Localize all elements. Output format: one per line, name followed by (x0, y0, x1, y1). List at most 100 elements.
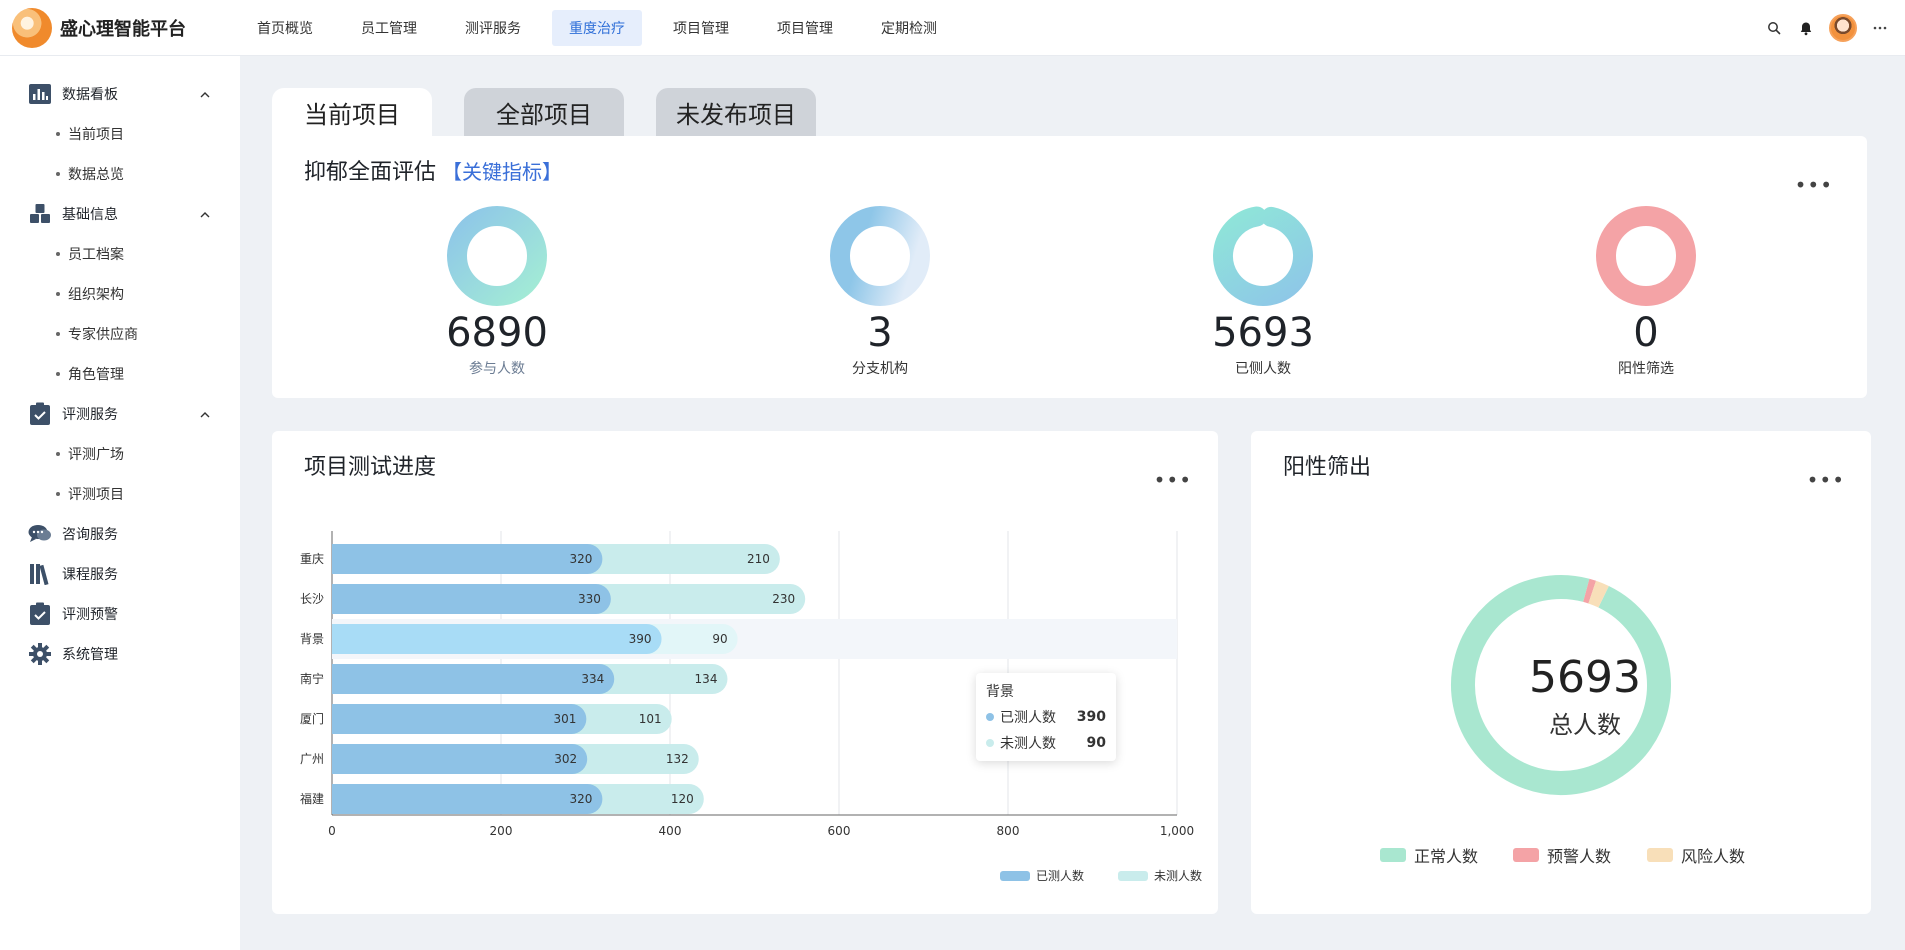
kpi-value: 3 (867, 310, 893, 356)
bell-icon[interactable] (1797, 19, 1815, 37)
kpi-label: 已侧人数 (1235, 361, 1291, 377)
tooltip-dot (986, 713, 994, 721)
sidebar-group-system[interactable]: 系统管理 (0, 634, 240, 674)
legend-swatch (1118, 870, 1148, 881)
bar-tested[interactable] (332, 744, 588, 774)
tab-current-project[interactable]: 当前项目 (272, 88, 432, 136)
bar-value-label: 334 (581, 672, 604, 686)
x-tick-label: 600 (828, 824, 851, 838)
sidebar-group-assessment-alert[interactable]: 评测预警 (0, 594, 240, 634)
sidebar: 数据看板 当前项目 数据总览 基础信息 员工档案 组织架构 专家供应商 角色管理… (0, 56, 240, 950)
nav-item-assessment[interactable]: 测评服务 (448, 10, 538, 46)
nav-item-home[interactable]: 首页概览 (240, 10, 330, 46)
x-tick-label: 200 (490, 824, 513, 838)
chart-tooltip: 背景 已测人数 390 未测人数 90 (976, 673, 1116, 761)
tab-unpublished-projects[interactable]: 未发布项目 (656, 88, 816, 136)
bar-tested-cap (332, 584, 362, 614)
sidebar-group-dashboard[interactable]: 数据看板 (0, 74, 240, 114)
bar-tested-cap (332, 544, 362, 574)
bar-tested-cap (332, 664, 362, 694)
x-tick-label: 800 (997, 824, 1020, 838)
brand[interactable]: 盛心理智能平台 (0, 7, 240, 48)
sidebar-group-label: 咨询服务 (62, 527, 118, 543)
donut-center-label: 总人数 (1549, 711, 1621, 739)
bar-tested[interactable] (332, 584, 611, 614)
nav-item-staff[interactable]: 员工管理 (344, 10, 434, 46)
sidebar-item-expert-suppliers[interactable]: 专家供应商 (0, 314, 240, 354)
sidebar-group-assessment-service[interactable]: 评测服务 (0, 394, 240, 434)
sidebar-item-role-management[interactable]: 角色管理 (0, 354, 240, 394)
y-tick-label: 福建 (300, 791, 324, 806)
legend-swatch (1380, 848, 1406, 862)
legend-item-normal[interactable]: 正常人数 (1380, 843, 1478, 867)
sidebar-item-org-structure[interactable]: 组织架构 (0, 274, 240, 314)
cubes-icon (28, 202, 52, 226)
search-icon[interactable] (1765, 19, 1783, 37)
bar-tested[interactable] (332, 784, 603, 814)
legend-swatch (1513, 848, 1539, 862)
sidebar-item-assessment-project[interactable]: 评测项目 (0, 474, 240, 514)
sidebar-item-data-overview[interactable]: 数据总览 (0, 154, 240, 194)
sidebar-item-current-project[interactable]: 当前项目 (0, 114, 240, 154)
positive-card: 阳性筛出 ••• 5693 总人数 正常人数 预警人数 风险人数 (1251, 431, 1871, 914)
kpi-label: 参与人数 (469, 361, 525, 377)
books-icon (28, 562, 52, 586)
sidebar-group-label: 系统管理 (62, 647, 118, 663)
sidebar-group-basic-info[interactable]: 基础信息 (0, 194, 240, 234)
tooltip-value: 90 (1086, 735, 1106, 751)
nav-item-periodic-check[interactable]: 定期检测 (864, 10, 954, 46)
bar-value-label: 101 (639, 712, 662, 726)
legend-label: 正常人数 (1414, 847, 1479, 866)
more-options-icon[interactable]: ••• (1795, 175, 1833, 195)
legend-item-warning[interactable]: 预警人数 (1513, 843, 1611, 867)
nav-item-projects[interactable]: 项目管理 (656, 10, 746, 46)
bar-value-label: 210 (747, 552, 770, 566)
legend-item-risk[interactable]: 风险人数 (1647, 843, 1745, 867)
legend-label: 预警人数 (1547, 847, 1612, 866)
bar-value-label: 390 (629, 632, 652, 646)
clipboard-check-icon (28, 402, 52, 426)
bar-tested[interactable] (332, 704, 587, 734)
gear-icon (28, 642, 52, 666)
tooltip-series-name: 已测人数 (1000, 710, 1056, 726)
project-tabs: 当前项目 全部项目 未发布项目 (272, 88, 816, 136)
sidebar-group-label: 数据看板 (62, 87, 118, 103)
legend-item-tested[interactable]: 已测人数 (1000, 867, 1084, 884)
sidebar-group-consulting[interactable]: 咨询服务 (0, 514, 240, 554)
bar-tested[interactable] (332, 664, 615, 694)
donut-center-value: 5693 (1529, 652, 1641, 703)
donut-slice[interactable] (1588, 580, 1609, 608)
tooltip-row: 已测人数 390 (986, 707, 1106, 727)
tooltip-value: 390 (1076, 709, 1106, 725)
sidebar-item-employee-files[interactable]: 员工档案 (0, 234, 240, 274)
legend-item-untested[interactable]: 未测人数 (1118, 867, 1202, 884)
avatar[interactable] (1829, 14, 1857, 42)
y-tick-label: 背景 (300, 632, 324, 646)
more-horizontal-icon[interactable] (1871, 19, 1889, 37)
kpi-value: 5693 (1212, 310, 1314, 356)
sidebar-item-assessment-square[interactable]: 评测广场 (0, 434, 240, 474)
nav-item-severe-treatment[interactable]: 重度治疗 (552, 9, 642, 46)
assessment-card: 抑郁全面评估 【关键指标】 ••• 6890 参与人数 3 分支机构 5693 已… (272, 136, 1867, 398)
donut-ring-icon (447, 206, 547, 306)
bar-tested[interactable] (332, 544, 603, 574)
kpi-positive-screen: 0 阳性筛选 (1546, 204, 1746, 378)
bar-tested[interactable] (332, 624, 662, 654)
nav-item-projects-2[interactable]: 项目管理 (760, 10, 850, 46)
donut-ring-icon (830, 206, 930, 306)
bar-value-label: 301 (553, 712, 576, 726)
tooltip-title: 背景 (986, 684, 1014, 700)
tab-all-projects[interactable]: 全部项目 (464, 88, 624, 136)
kpi-branches: 3 分支机构 (780, 204, 980, 378)
tooltip-series-name: 未测人数 (1000, 736, 1056, 752)
chart-bar-icon (28, 82, 52, 106)
legend-swatch (1000, 870, 1030, 881)
donut-center: 5693 总人数 (1465, 653, 1705, 740)
key-indicator-tag: 【关键指标】 (442, 160, 563, 184)
sidebar-group-courses[interactable]: 课程服务 (0, 554, 240, 594)
donut-slice[interactable] (1583, 578, 1597, 604)
x-tick-label: 400 (659, 824, 682, 838)
legend-label: 未测人数 (1154, 869, 1203, 883)
kpi-participants: 6890 参与人数 (397, 204, 597, 378)
logo-icon (12, 7, 52, 48)
